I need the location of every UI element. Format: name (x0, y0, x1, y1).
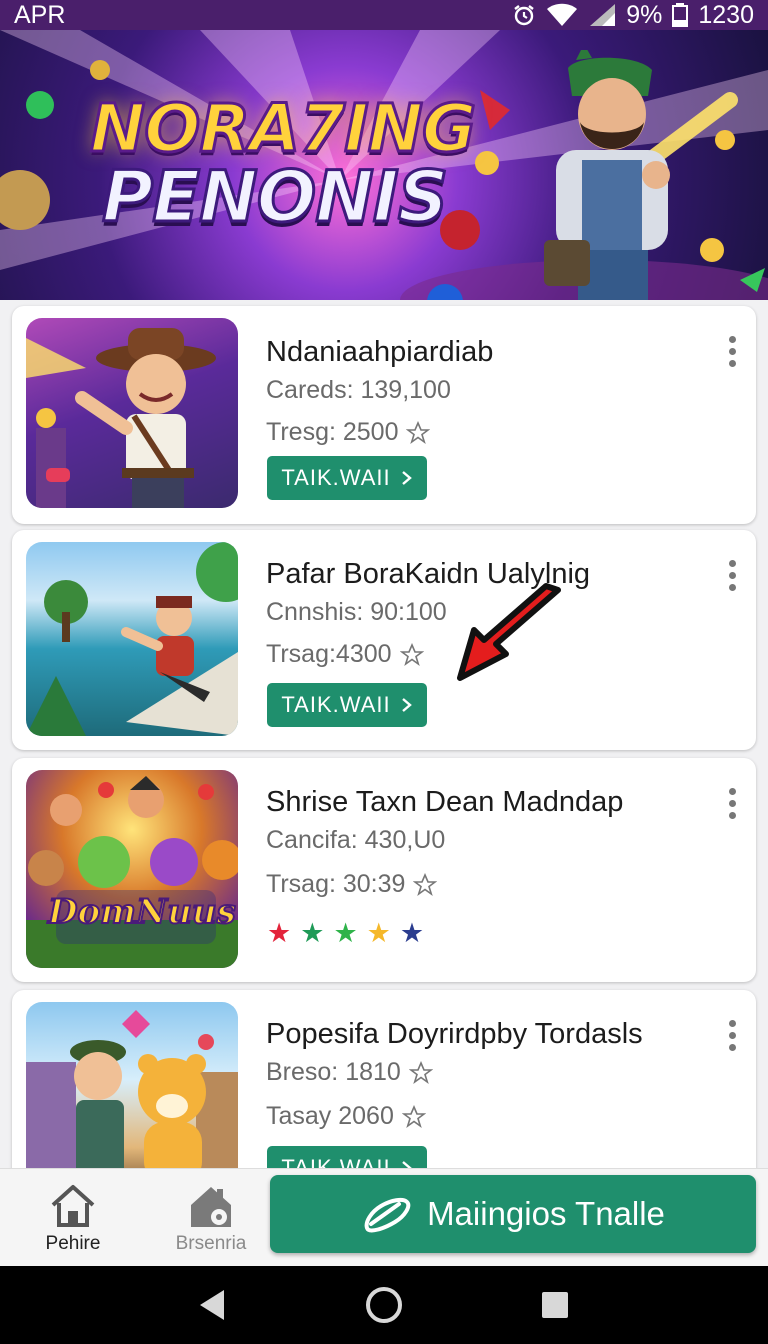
house-settings-icon (191, 1187, 231, 1227)
game-thumbnail[interactable] (26, 542, 238, 736)
game-thumbnail[interactable] (26, 1002, 238, 1168)
pool-character-icon (26, 542, 238, 736)
play-button-label: TAIK.WAII (281, 1155, 391, 1168)
cowboy-character-icon (26, 328, 216, 508)
game-card[interactable]: Pafar BoraKaidn Ualylnig Cnnshis: 90:100… (12, 530, 756, 750)
hero-title-line1: NORA7ING (88, 90, 477, 167)
game-stat-text: Cancifa: 430,U0 (266, 826, 446, 854)
nav-second-label: Brsenria (175, 1233, 247, 1254)
nav-home-label: Pehire (45, 1233, 101, 1254)
game-stat-text: Cnnshis: 90:100 (266, 598, 447, 626)
chevron-right-icon (401, 1161, 412, 1168)
main-action-button[interactable]: Maiingios Tnalle (270, 1175, 756, 1253)
rating-star-icon: ★ (399, 918, 425, 948)
game-cards-count: Careds: 139,100 (266, 376, 451, 405)
play-button[interactable]: TAIK.WAII (267, 456, 427, 500)
group-characters-icon (26, 776, 238, 968)
star-outline-icon (408, 1060, 433, 1084)
thumbnail-logo-text: DomNuus (47, 891, 237, 933)
status-time: 1230 (698, 0, 754, 29)
game-stat-text: Trsag:4300 (266, 640, 392, 668)
game-stat-text: Trsag: 30:39 (266, 870, 406, 898)
game-cards-count: Breso: 1810 (266, 1058, 433, 1087)
battery-icon (672, 3, 689, 27)
red-arrow-annotation-icon (457, 583, 561, 681)
game-stat-text: Tasay 2060 (266, 1102, 394, 1130)
signal-icon (590, 4, 616, 26)
back-icon[interactable] (198, 1288, 228, 1322)
nav-second[interactable]: Brsenria (156, 1183, 266, 1255)
more-options-icon[interactable] (726, 788, 738, 819)
color-stars-row: ★ ★ ★ ★ ★ (267, 920, 424, 947)
game-card[interactable]: DomNuus Shrise Taxn Dean Madndap Cancifa… (12, 758, 756, 982)
rating-star-icon: ★ (300, 918, 325, 948)
hero-character-icon (544, 50, 670, 300)
game-stat-text: Tresg: 2500 (266, 418, 399, 446)
rating-star-icon: ★ (366, 918, 391, 948)
chevron-right-icon (401, 471, 412, 485)
game-card[interactable]: Popesifa Doyrirdpby Tordasls Breso: 1810… (12, 990, 756, 1168)
main-action-label: Maiingios Tnalle (427, 1195, 665, 1232)
rating-star-icon: ★ (267, 918, 292, 948)
game-thumbnail[interactable] (26, 318, 238, 508)
game-rating-line: Trsag: 30:39 (266, 870, 438, 899)
game-title: Ndaniaahpiardiab (266, 336, 494, 368)
recents-icon[interactable] (540, 1290, 570, 1320)
system-navigation-bar (0, 1266, 768, 1344)
more-options-icon[interactable] (726, 560, 738, 591)
status-bar: APR 9% 1230 (0, 0, 768, 30)
battery-percent: 9% (626, 0, 663, 29)
game-list[interactable]: Ndaniaahpiardiab Careds: 139,100 Tresg: … (0, 300, 768, 1168)
alarm-icon (514, 5, 534, 26)
play-button[interactable]: TAIK.WAII (267, 683, 427, 727)
game-stat-text: Careds: 139,100 (266, 376, 451, 404)
game-rating-line: Trsag:4300 (266, 640, 424, 669)
star-outline-icon (406, 420, 431, 444)
game-card[interactable]: Ndaniaahpiardiab Careds: 139,100 Tresg: … (12, 306, 756, 524)
bear-character-icon (26, 1010, 238, 1168)
hero-banner[interactable]: NORA7ING PENONIS (0, 30, 768, 300)
game-title: Shrise Taxn Dean Madndap (266, 786, 624, 818)
play-button[interactable]: TAIK.WAII (267, 1146, 427, 1168)
status-icons: 9% 1230 (512, 1, 754, 30)
nav-home[interactable]: Pehire (18, 1183, 128, 1255)
hero-title-line2: PENONIS (100, 156, 449, 238)
star-outline-icon (399, 642, 424, 666)
play-button-label: TAIK.WAII (281, 465, 391, 490)
game-title: Popesifa Doyrirdpby Tordasls (266, 1018, 643, 1050)
game-stat-text: Breso: 1810 (266, 1058, 401, 1086)
chevron-right-icon (401, 698, 412, 712)
hero-game-logo: NORA7ING PENONIS (88, 90, 477, 238)
game-rating-line: Tasay 2060 (266, 1102, 426, 1131)
star-outline-icon (401, 1104, 426, 1128)
rating-star-icon: ★ (333, 918, 358, 948)
wifi-icon (547, 3, 578, 26)
game-thumbnail[interactable]: DomNuus (26, 770, 238, 968)
status-carrier: APR (14, 0, 66, 29)
star-outline-icon (413, 872, 438, 896)
more-options-icon[interactable] (726, 1020, 738, 1051)
game-rating-line: Tresg: 2500 (266, 418, 431, 447)
more-options-icon[interactable] (726, 336, 738, 367)
pencil-icon (364, 1197, 411, 1233)
game-cards-count: Cancifa: 430,U0 (266, 826, 445, 855)
game-cards-count: Cnnshis: 90:100 (266, 598, 447, 627)
home-icon (51, 1185, 95, 1227)
app-screen: APR 9% 1230 NORA7ING PENONIS Ndaniaahpia… (0, 0, 768, 1344)
home-circle-icon[interactable] (364, 1285, 404, 1325)
play-button-label: TAIK.WAII (281, 692, 391, 717)
bottom-nav-bar: Pehire Brsenria Maiingios Tnalle (0, 1168, 768, 1266)
